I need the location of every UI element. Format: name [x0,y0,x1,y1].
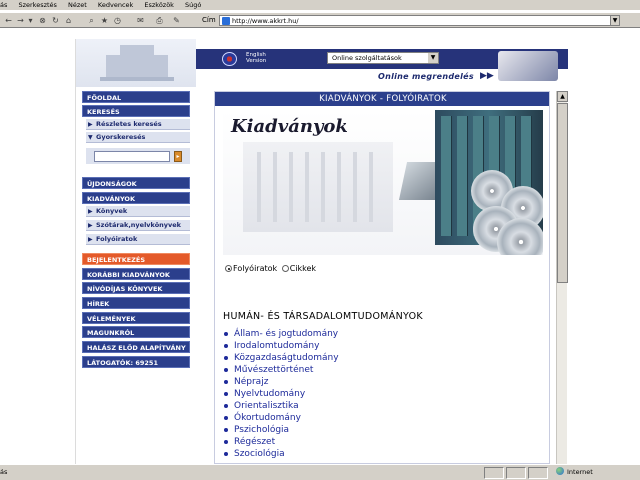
nav-reszletes-kereses[interactable]: ▶ Részletes keresés [86,119,190,130]
dropdown-icon[interactable]: ▾ [26,16,35,25]
status-cell [528,467,548,479]
nav-hirek[interactable]: HÍREK [82,297,190,309]
radio-label-cikkek: Cikkek [289,264,317,273]
address-value: http://www.akkrt.hu/ [232,17,299,25]
page-icon [222,17,230,25]
nav-gyorskereses[interactable]: ▼ Gyorskeresés [86,132,190,143]
menu-item-favorites[interactable]: Kedvencek [98,1,133,9]
category-link[interactable]: Régészet [223,436,543,448]
cd-disc-image [497,218,543,255]
browser-statusbar: ás Internet [0,464,640,480]
quick-search-row: ▸ [86,148,190,164]
category-link[interactable]: Közgazdaságtudomány [223,352,543,364]
menu-item-edit[interactable]: Szerkesztés [18,1,56,9]
online-services-select[interactable]: Online szolgáltatások ▼ [327,52,439,64]
edit-icon[interactable]: ✎ [172,16,181,25]
category-link[interactable]: Néprajz [223,376,543,388]
arrow-right-icon: ▶ [88,208,93,215]
category-link[interactable]: Szociológia [223,448,543,460]
globe-icon [556,467,564,475]
search-go-button[interactable]: ▸ [174,151,182,162]
status-text: ás [0,468,8,476]
back-arrow-icon[interactable]: ← [4,16,13,25]
main-content: KIADVÁNYOK - FOLYÓIRATOK Kiadványok Foly… [214,91,550,464]
english-flag-icon[interactable] [222,52,237,66]
history-icon[interactable]: ◷ [113,16,122,25]
scroll-up-icon[interactable]: ▲ [557,91,568,102]
category-link[interactable]: Ókortudomány [223,412,543,424]
nav-magunkrol[interactable]: MAGUNKRÓL [82,326,190,338]
shopping-basket-image[interactable] [498,51,558,81]
radio-label-folyoiratok: Folyóiratok [233,264,278,273]
nav-szotarak[interactable]: ▶ Szótárak,nyelvkönyvek [86,220,190,231]
nav-kereses[interactable]: KERESÉS [82,105,190,117]
category-list: Állam- és jogtudomány Irodalomtudomány K… [223,328,543,460]
nav-kiadvanyok[interactable]: KIADVÁNYOK [82,192,190,204]
arrow-right-icon: ▶ [88,222,93,229]
refresh-icon[interactable]: ↻ [51,16,60,25]
arrow-down-icon: ▼ [88,134,93,141]
home-icon[interactable]: ⌂ [64,16,73,25]
browser-toolbar: ← → ▾ ⊗ ↻ ⌂ ⌕ ★ ◷ ✉ ⎙ ✎ Cím http://www.a… [0,12,640,28]
nav-folyoiratok[interactable]: ▶ Folyóiratok [86,234,190,245]
nav-konyvek[interactable]: ▶ Könyvek [86,206,190,217]
menu-item-help[interactable]: Súgó [185,1,201,9]
arrow-right-icon: ▶ [88,121,93,128]
nav-velemenyek[interactable]: VÉLEMÉNYEK [82,312,190,324]
mail-icon[interactable]: ✉ [136,16,145,25]
favorites-icon[interactable]: ★ [100,16,109,25]
security-zone: Internet [556,465,593,480]
category-link[interactable]: Állam- és jogtudomány [223,328,543,340]
nav-nivodijas-konyvek[interactable]: NÍVÓDÍJAS KÖNYVEK [82,282,190,294]
visitor-counter: LÁTOGATÓK: 69251 [82,356,190,368]
online-order-link[interactable]: Online megrendelés [378,72,474,81]
address-label: Cím [202,16,216,24]
category-link[interactable]: Orientalisztika [223,400,543,412]
nav-fooldal[interactable]: FŐOLDAL [82,91,190,103]
print-icon[interactable]: ⎙ [155,16,164,25]
forward-arrow-icon[interactable]: → [16,16,25,25]
browser-menubar: ás Szerkesztés Nézet Kedvencek Eszközök … [0,0,640,10]
category-heading: HUMÁN- ÉS TÁRSADALOMTUDOMÁNYOK [223,311,423,322]
scroll-thumb[interactable] [557,103,568,283]
type-radio-group: Folyóiratok Cikkek [225,264,316,273]
menu-item-tools[interactable]: Eszközök [144,1,174,9]
nav-ujdonsagok[interactable]: ÚJDONSÁGOK [82,177,190,189]
category-link[interactable]: Nyelvtudomány [223,388,543,400]
hero-title: Kiadványok [231,116,348,137]
site-header: English Version Online szolgáltatások ▼ … [76,39,568,87]
hero-banner: Kiadványok [223,110,543,255]
section-title: KIADVÁNYOK - FOLYÓIRATOK [215,92,549,106]
nav-halasz-elod-alapitvany[interactable]: HALÁSZ ELŐD ALAPÍTVÁNY [82,341,190,353]
address-input[interactable]: http://www.akkrt.hu/ [219,15,619,26]
address-dropdown-icon[interactable]: ▼ [610,15,620,26]
building-watermark-image [243,142,393,232]
page-viewport: English Version Online szolgáltatások ▼ … [0,29,640,464]
menu-item-view[interactable]: Nézet [68,1,87,9]
site-frame: English Version Online szolgáltatások ▼ … [75,39,568,464]
category-link[interactable]: Irodalomtudomány [223,340,543,352]
search-icon[interactable]: ⌕ [87,16,96,25]
category-link[interactable]: Művészettörténet [223,364,543,376]
radio-cikkek[interactable] [281,265,289,272]
arrow-right-icon: ▶ [88,236,93,243]
vertical-scrollbar[interactable]: ▲ [556,91,568,464]
category-link[interactable]: Pszichológia [223,424,543,436]
double-arrow-icon[interactable]: ▶▶ [480,71,494,81]
menu-item-file[interactable]: ás [0,1,7,9]
academy-building-logo[interactable] [76,39,196,87]
nav-korabbi-kiadvanyok[interactable]: KORÁBBI KIADVÁNYOK [82,268,190,280]
status-cell [506,467,526,479]
status-cell [484,467,504,479]
quick-search-input[interactable] [94,151,170,162]
radio-folyoiratok[interactable] [225,265,232,272]
chevron-down-icon: ▼ [428,53,438,63]
stop-icon[interactable]: ⊗ [38,16,47,25]
english-version-link[interactable]: English Version [246,52,266,64]
nav-bejelentkezes[interactable]: BEJELENTKEZÉS [82,253,190,265]
